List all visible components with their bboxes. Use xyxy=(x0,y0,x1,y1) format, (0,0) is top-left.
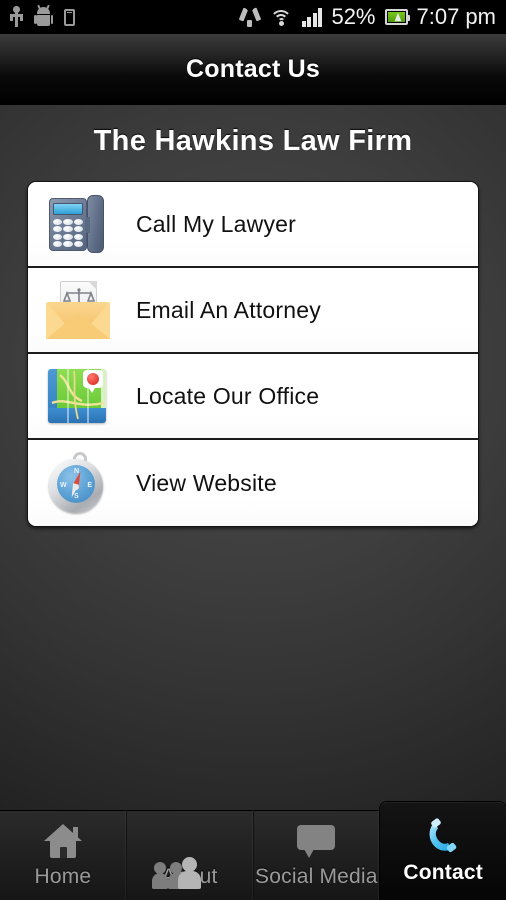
list-item-locate-our-office[interactable]: Locate Our Office xyxy=(28,354,478,440)
compass-icon: N S W E xyxy=(42,447,114,519)
battery-charging-icon xyxy=(384,9,410,25)
content-area: The Hawkins Law Firm Call My Lawyer Emai… xyxy=(0,105,506,810)
list-item-label: Locate Our Office xyxy=(136,382,320,409)
phone-handset-glyph xyxy=(429,818,457,853)
list-item-label: View Website xyxy=(136,469,277,496)
bottom-tab-bar: Home About Social Media xyxy=(0,802,506,900)
signal-bars-icon xyxy=(301,7,323,27)
people-icon xyxy=(151,821,212,889)
tab-contact[interactable]: Contact xyxy=(380,802,506,900)
title-bar: Contact Us xyxy=(0,34,506,105)
app-screen: 52% 7:07 pm Contact Us The Hawkins Law F… xyxy=(0,0,506,900)
list-item-call-my-lawyer[interactable]: Call My Lawyer xyxy=(28,182,478,268)
desk-phone-icon xyxy=(42,188,114,260)
tab-label: Home xyxy=(34,865,92,888)
status-bar-left-icons xyxy=(10,4,75,28)
envelope-scales-icon xyxy=(42,274,114,346)
list-item-email-an-attorney[interactable]: Email An Attorney xyxy=(28,268,478,354)
list-item-label: Call My Lawyer xyxy=(136,210,297,237)
status-bar: 52% 7:07 pm xyxy=(0,0,506,34)
usb-icon xyxy=(10,6,23,28)
status-bar-right-icons: 52% 7:07 pm xyxy=(238,4,497,29)
handset-icon xyxy=(423,817,463,857)
android-robot-icon xyxy=(34,4,53,28)
tab-social-media[interactable]: Social Media xyxy=(254,810,381,900)
tab-label: Social Media xyxy=(255,865,378,888)
battery-percent-label: 52% xyxy=(331,4,376,29)
list-item-view-website[interactable]: N S W E View Website xyxy=(28,440,478,526)
app-heading: The Hawkins Law Firm xyxy=(93,125,413,157)
tab-home[interactable]: Home xyxy=(0,810,127,900)
map-pin-icon xyxy=(42,360,114,432)
list-item-label: Email An Attorney xyxy=(136,296,321,323)
sd-card-icon xyxy=(64,8,75,26)
wifi-icon xyxy=(270,8,293,27)
home-icon xyxy=(43,821,82,861)
tab-about[interactable]: About xyxy=(127,810,254,900)
page-title: Contact Us xyxy=(186,54,320,83)
tab-label: Contact xyxy=(403,861,483,884)
clock-label: 7:07 pm xyxy=(416,4,497,29)
sync-icon xyxy=(238,7,261,27)
action-list-card: Call My Lawyer Email An Attorney Locate … xyxy=(27,181,479,527)
chat-icon xyxy=(297,821,336,861)
